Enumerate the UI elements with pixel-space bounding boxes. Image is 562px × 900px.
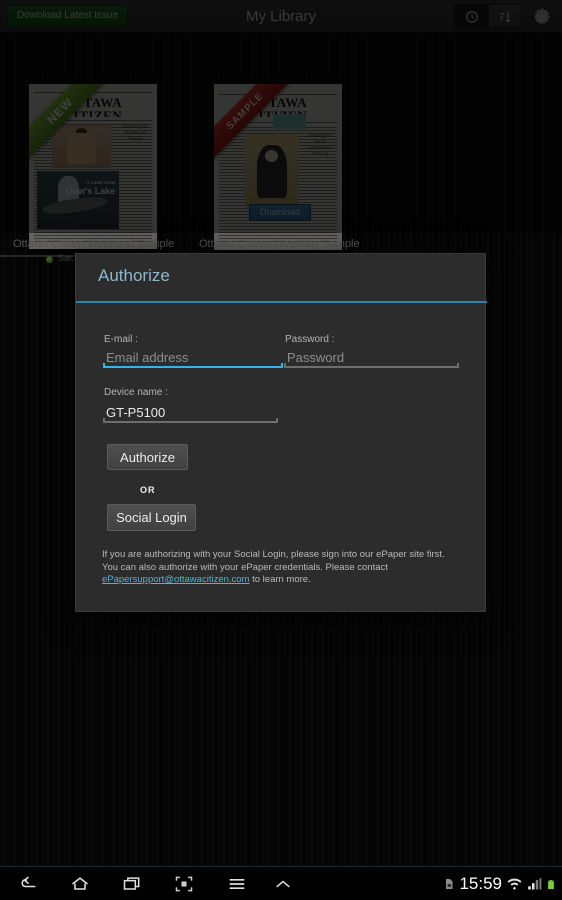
menu-icon[interactable]: [226, 874, 248, 894]
recent-apps-icon[interactable]: [121, 874, 143, 894]
battery-full-icon: [548, 879, 554, 889]
clock-label: 15:59: [459, 874, 502, 893]
password-field[interactable]: [284, 346, 459, 368]
email-field[interactable]: [103, 346, 283, 368]
status-icons: 15:59: [443, 867, 556, 900]
authorize-button[interactable]: Authorize: [107, 444, 188, 470]
email-input[interactable]: [106, 350, 280, 365]
help-text-part1: If you are authorizing with your Social …: [102, 549, 445, 573]
sim-card-icon: [446, 879, 453, 889]
device-name-input[interactable]: [106, 405, 275, 420]
device-name-field[interactable]: [103, 401, 278, 423]
help-text-part2: to learn more.: [249, 574, 311, 585]
dialog-help-text: If you are authorizing with your Social …: [102, 549, 447, 587]
tablet-screen: OTTAWA CITIZEN Decoding the mystery of D…: [0, 0, 562, 900]
support-email-link[interactable]: ePapersupport@ottawacitizen.com: [102, 574, 249, 585]
home-icon[interactable]: [69, 874, 91, 894]
chevron-up-icon[interactable]: [272, 874, 294, 894]
social-login-button[interactable]: Social Login: [107, 504, 196, 531]
device-name-label: Device name :: [104, 387, 168, 398]
wifi-icon: [507, 878, 522, 890]
dialog-title: Authorize: [98, 266, 170, 285]
password-label: Password :: [285, 334, 335, 345]
email-label: E-mail :: [104, 334, 138, 345]
dialog-title-divider: [76, 301, 487, 303]
or-label: OR: [140, 485, 156, 495]
back-icon[interactable]: [17, 874, 39, 894]
signal-icon: [528, 877, 542, 889]
system-navigation-bar: 15:59: [0, 866, 562, 900]
screenshot-icon[interactable]: [173, 874, 195, 894]
password-input[interactable]: [287, 350, 456, 365]
